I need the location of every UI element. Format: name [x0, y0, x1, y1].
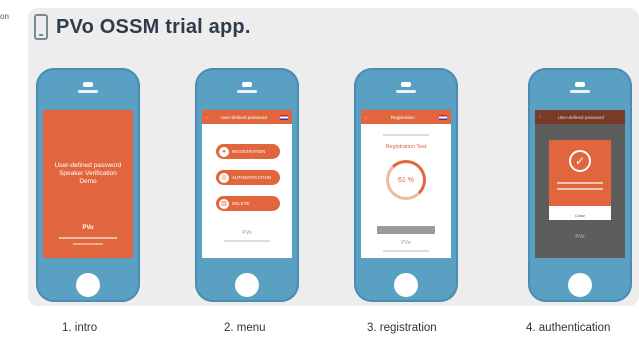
brand-logo: PVo: [575, 234, 585, 240]
page-title-text: PVo OSSM trial app.: [56, 15, 251, 38]
dialog-text-line: [557, 182, 603, 184]
brand-text-line: [73, 243, 103, 245]
phone-speaker: [237, 90, 257, 93]
registration-subtitle: Registration Test: [385, 144, 427, 150]
phone-speaker: [78, 90, 98, 93]
phone-speaker: [570, 90, 590, 93]
home-button[interactable]: [76, 273, 100, 297]
caption-registration: 3. registration: [367, 322, 437, 334]
delete-button[interactable]: ▥ DELETE: [216, 196, 280, 211]
check-circle-icon: ✓: [569, 150, 591, 172]
brand-logo: PVo: [82, 225, 94, 231]
home-button[interactable]: [394, 273, 418, 297]
page-title: PVo OSSM trial app.: [34, 12, 251, 42]
app-header: ‹ User-defined password: [535, 110, 625, 124]
instruction-text-line: [383, 134, 429, 136]
header-title: User-defined password: [220, 114, 267, 120]
fingerprint-icon: ◎: [218, 171, 230, 184]
header-title: User-defined password: [557, 114, 604, 120]
flag-icon[interactable]: [438, 114, 447, 120]
trash-icon: ▥: [218, 197, 230, 210]
auth-result-dialog: ✓ Close: [549, 140, 611, 220]
phone-screen: ‹ Registration Registration Test 61 % PV…: [361, 110, 451, 258]
chevron-left-icon[interactable]: ‹: [539, 114, 541, 120]
dialog-body: ✓: [549, 140, 611, 206]
phone-screen: User-defined password Speaker Verificati…: [43, 110, 133, 258]
registration-button[interactable]: ● REGISTRATION: [216, 144, 280, 159]
phone-screen: ‹ User-defined password ● REGISTRATION ◎…: [202, 110, 292, 258]
authentication-button[interactable]: ◎ AUTHENTICATION: [216, 170, 280, 185]
app-header: ‹ User-defined password: [202, 110, 292, 124]
flag-icon[interactable]: [280, 114, 288, 120]
phone-menu: ‹ User-defined password ● REGISTRATION ◎…: [195, 68, 299, 302]
authentication-screen: ‹ User-defined password ✓ Close PVo: [535, 110, 625, 258]
menu-screen: ‹ User-defined password ● REGISTRATION ◎…: [202, 110, 292, 258]
chevron-left-icon[interactable]: ‹: [365, 115, 367, 120]
phone-screen: ‹ User-defined password ✓ Close PVo: [535, 110, 625, 258]
chevron-left-icon[interactable]: ‹: [206, 115, 208, 120]
phone-authentication: ‹ User-defined password ✓ Close PVo: [528, 68, 632, 302]
cropped-edge-text: on: [0, 12, 9, 21]
progress-label: 61 %: [398, 176, 414, 184]
microphone-icon: ●: [218, 145, 230, 158]
phone-intro: User-defined password Speaker Verificati…: [36, 68, 140, 302]
dialog-close-button[interactable]: Close: [549, 213, 611, 218]
brand-logo: PVo: [242, 230, 252, 236]
brand-text-line: [59, 237, 117, 239]
record-button[interactable]: [377, 226, 435, 234]
registration-screen: ‹ Registration Registration Test 61 % PV…: [361, 110, 451, 258]
caption-menu: 2. menu: [224, 322, 266, 334]
progress-ring: 61 %: [386, 160, 426, 200]
home-button[interactable]: [235, 273, 259, 297]
caption-authentication: 4. authentication: [526, 322, 611, 334]
brand-text-line: [224, 240, 270, 242]
intro-text: User-defined password Speaker Verificati…: [54, 162, 122, 185]
home-button[interactable]: [568, 273, 592, 297]
phone-registration: ‹ Registration Registration Test 61 % PV…: [354, 68, 458, 302]
intro-screen: User-defined password Speaker Verificati…: [43, 110, 133, 258]
header-title: Registration: [390, 114, 415, 120]
phone-outline-icon: [34, 14, 48, 40]
phone-speaker: [396, 90, 416, 93]
dialog-text-line: [557, 188, 603, 190]
app-header: ‹ Registration: [361, 110, 451, 124]
brand-text-line: [383, 250, 429, 252]
caption-intro: 1. intro: [62, 322, 98, 334]
brand-logo: PVo: [401, 240, 411, 246]
